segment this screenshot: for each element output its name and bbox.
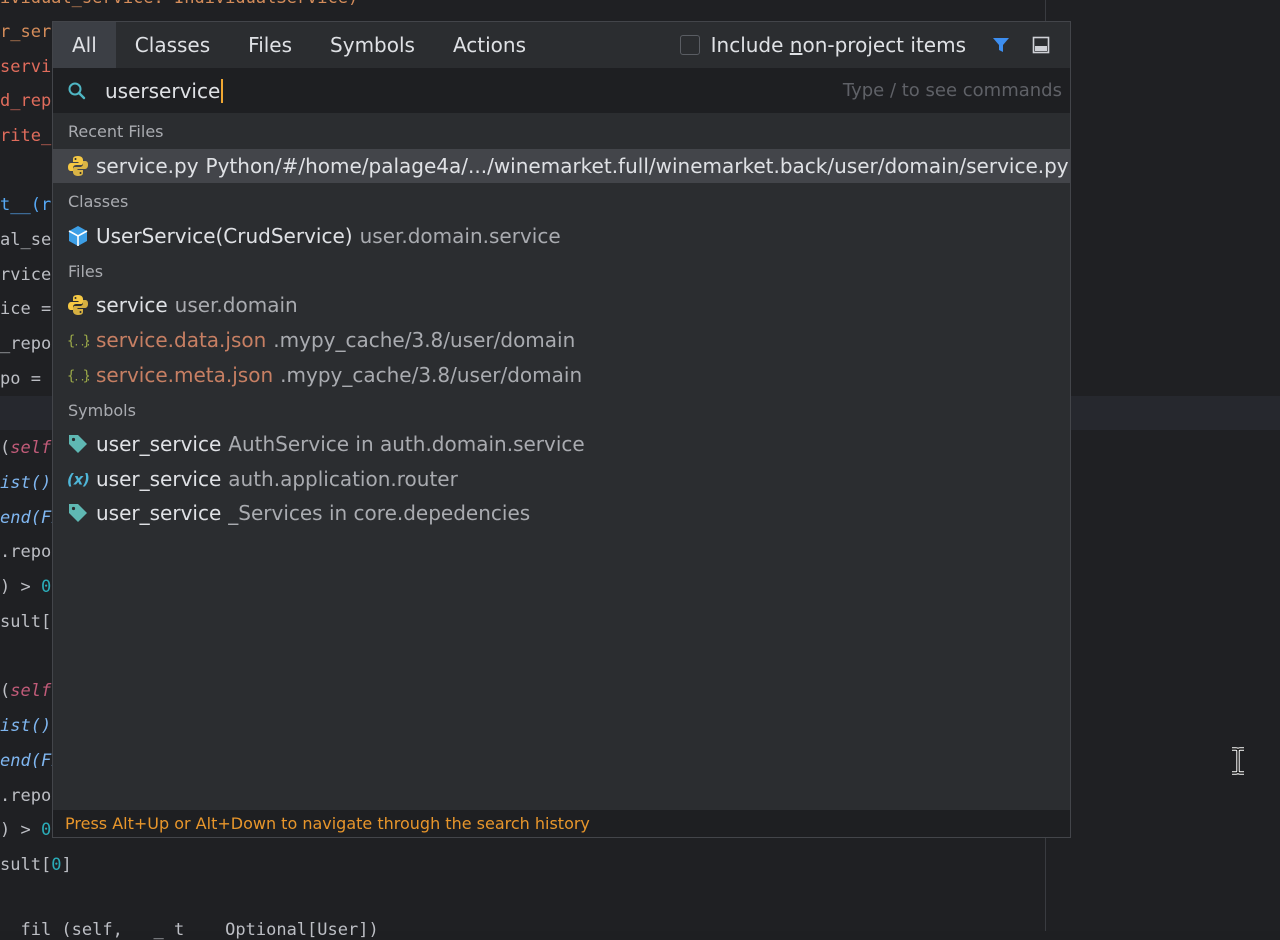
section-header-recent: Recent Files bbox=[68, 122, 164, 141]
search-hint: Type / to see commands bbox=[842, 80, 1062, 101]
code-line: ) > 0 bbox=[0, 577, 52, 597]
json-icon: {...} bbox=[67, 364, 89, 386]
code-line: .repo bbox=[0, 542, 52, 562]
item-name: user_service bbox=[96, 432, 222, 456]
text-cursor-icon bbox=[1229, 747, 1247, 779]
list-item[interactable]: {...} service.meta.json .mypy_cache/3.8/… bbox=[53, 358, 1070, 392]
code-line: (self bbox=[0, 681, 52, 701]
include-non-project-checkbox[interactable] bbox=[679, 35, 700, 55]
code-line: ice = bbox=[0, 299, 52, 319]
tag-icon bbox=[67, 433, 89, 455]
code-line: (self bbox=[0, 438, 52, 458]
python-icon bbox=[67, 155, 89, 177]
code-line: rvice bbox=[0, 265, 52, 285]
code-line: ) > 0 bbox=[0, 820, 52, 840]
item-name: user_service bbox=[96, 501, 222, 525]
code-line: ividual_service: IndividualService) bbox=[0, 0, 358, 8]
tab-classes[interactable]: Classes bbox=[116, 22, 229, 68]
item-path: Python/#/home/palage4a/.../winemarket.fu… bbox=[205, 154, 1069, 178]
item-name: service.py bbox=[96, 154, 199, 178]
section-header-files: Files bbox=[68, 262, 104, 281]
list-item[interactable]: service user.domain bbox=[53, 288, 1070, 322]
item-path: .mypy_cache/3.8/user/domain bbox=[273, 328, 576, 352]
tab-files[interactable]: Files bbox=[229, 22, 311, 68]
json-icon: {...} bbox=[67, 329, 89, 351]
search-history-hint: Press Alt+Up or Alt+Down to navigate thr… bbox=[53, 810, 1070, 837]
text-caret bbox=[221, 78, 224, 103]
code-line: sult[0] bbox=[0, 855, 72, 875]
svg-text:}: } bbox=[83, 369, 89, 385]
tab-symbols[interactable]: Symbols bbox=[311, 22, 434, 68]
svg-text:(x): (x) bbox=[67, 472, 89, 489]
tag-icon bbox=[67, 502, 89, 524]
tab-actions[interactable]: Actions bbox=[434, 22, 545, 68]
list-item[interactable]: {...} service.data.json .mypy_cache/3.8/… bbox=[53, 323, 1070, 357]
list-item[interactable]: user_service _Services in core.depedenci… bbox=[53, 496, 1070, 530]
item-path: user.domain bbox=[174, 293, 298, 317]
item-path: .mypy_cache/3.8/user/domain bbox=[280, 363, 583, 387]
list-item[interactable]: service.py Python/#/home/palage4a/.../wi… bbox=[53, 149, 1070, 183]
tab-all[interactable]: All bbox=[53, 22, 116, 68]
item-path: user.domain.service bbox=[359, 224, 561, 248]
class-icon bbox=[67, 225, 89, 247]
variable-icon: (x) bbox=[67, 468, 89, 490]
filter-icon[interactable] bbox=[990, 34, 1012, 56]
code-line: _repo bbox=[0, 334, 52, 354]
search-everywhere-popup: All Classes Files Symbols Actions Includ… bbox=[52, 21, 1071, 838]
svg-text:}: } bbox=[83, 334, 89, 350]
item-path: _Services in core.depedencies bbox=[228, 501, 531, 525]
item-name: user_service bbox=[96, 467, 222, 491]
search-input[interactable]: userservice bbox=[105, 78, 224, 103]
open-in-window-icon[interactable] bbox=[1030, 34, 1052, 56]
code-line: ist() bbox=[0, 716, 52, 736]
item-name: service.data.json bbox=[96, 328, 267, 352]
list-item[interactable]: (x) user_service auth.application.router bbox=[53, 462, 1070, 496]
item-path: AuthService in auth.domain.service bbox=[228, 432, 585, 456]
list-item[interactable]: user_service AuthService in auth.domain.… bbox=[53, 427, 1070, 461]
search-row: userservice Type / to see commands bbox=[53, 68, 1070, 113]
section-header-classes: Classes bbox=[68, 192, 129, 211]
code-line: .repo bbox=[0, 786, 52, 806]
item-path: auth.application.router bbox=[228, 467, 458, 491]
editor-right-pane bbox=[1045, 0, 1280, 931]
search-icon bbox=[67, 81, 87, 101]
list-item[interactable]: UserService(CrudService) user.domain.ser… bbox=[53, 219, 1070, 253]
section-header-symbols: Symbols bbox=[68, 401, 136, 420]
code-line: fil (self, _ t Optional[User]) bbox=[0, 920, 379, 940]
code-line: sult[ bbox=[0, 612, 52, 632]
python-icon bbox=[67, 294, 89, 316]
include-non-project-label[interactable]: Include non-project items bbox=[711, 33, 966, 57]
popup-toolbar: Include non-project items bbox=[679, 22, 1070, 68]
item-name: UserService(CrudService) bbox=[96, 224, 353, 248]
item-name: service.meta.json bbox=[96, 363, 274, 387]
code-line: ist() bbox=[0, 473, 52, 493]
item-name: service bbox=[96, 293, 168, 317]
code-line: po = bbox=[0, 369, 52, 389]
